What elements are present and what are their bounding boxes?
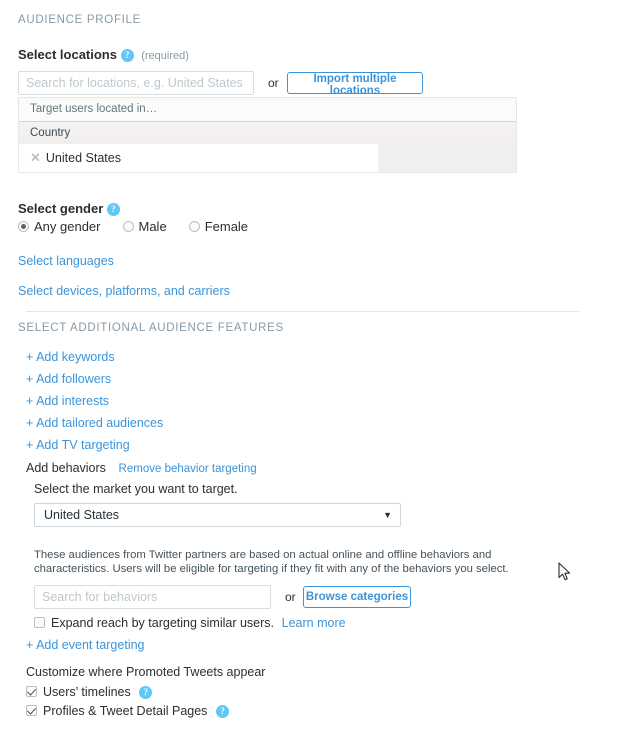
radio-female[interactable] bbox=[188, 221, 200, 232]
radio-label-male[interactable]: Male bbox=[139, 219, 167, 234]
radio-label-any-gender[interactable]: Any gender bbox=[34, 219, 101, 234]
audience-profile-page: AUDIENCE PROFILE Select locations ? (req… bbox=[0, 0, 621, 734]
add-interests-link[interactable]: + Add interests bbox=[26, 394, 109, 408]
add-tailored-audiences-link[interactable]: + Add tailored audiences bbox=[26, 416, 163, 430]
question-help-icon[interactable]: ? bbox=[139, 686, 153, 699]
section-header-additional-features: SELECT ADDITIONAL AUDIENCE FEATURES bbox=[18, 322, 284, 334]
locations-table-body: ✕ United States bbox=[19, 144, 516, 172]
add-keywords-link[interactable]: + Add keywords bbox=[26, 350, 115, 364]
add-behaviors-row: Add behaviors Remove behavior targeting bbox=[26, 460, 257, 475]
locations-table-column-header: Country bbox=[19, 122, 516, 144]
radio-male[interactable] bbox=[122, 221, 134, 232]
add-event-targeting-link[interactable]: + Add event targeting bbox=[26, 638, 145, 652]
remove-behavior-targeting-link[interactable]: Remove behavior targeting bbox=[119, 463, 257, 475]
expand-reach-learn-more-link[interactable]: Learn more bbox=[282, 616, 346, 630]
users-timelines-checkbox[interactable] bbox=[26, 686, 37, 697]
users-timelines-label: Users’ timelines bbox=[43, 685, 131, 699]
table-row: ✕ United States bbox=[19, 144, 378, 172]
add-behaviors-title: Add behaviors bbox=[26, 461, 106, 475]
behaviors-description: These audiences from Twitter partners ar… bbox=[34, 549, 509, 575]
behaviors-search-input[interactable] bbox=[34, 585, 271, 609]
locations-table-caption: Target users located in… bbox=[19, 98, 516, 122]
expand-reach-row: Expand reach by targeting similar users.… bbox=[34, 615, 346, 630]
placement-option-profiles-tweet-detail: Profiles & Tweet Detail Pages ? bbox=[26, 703, 230, 718]
locations-required-note: (required) bbox=[141, 50, 189, 62]
location-search-input[interactable] bbox=[18, 71, 254, 95]
radio-any-gender[interactable] bbox=[18, 221, 29, 232]
question-help-icon[interactable]: ? bbox=[120, 49, 134, 62]
add-followers-link[interactable]: + Add followers bbox=[26, 372, 111, 386]
import-multiple-locations-button[interactable]: Import multiple locations bbox=[287, 72, 423, 97]
chevron-down-icon: ▼ bbox=[383, 510, 392, 520]
select-languages-link[interactable]: Select languages bbox=[18, 254, 114, 268]
question-help-icon[interactable]: ? bbox=[106, 203, 120, 216]
location-row-name: United States bbox=[45, 151, 121, 165]
radio-label-female[interactable]: Female bbox=[205, 219, 248, 234]
placement-option-users-timelines: Users’ timelines ? bbox=[26, 684, 153, 699]
profiles-tweet-detail-checkbox[interactable] bbox=[26, 705, 37, 716]
expand-reach-checkbox[interactable] bbox=[34, 617, 45, 628]
placement-title: Customize where Promoted Tweets appear bbox=[26, 665, 266, 679]
gender-radio-group: Any gender Male Female bbox=[18, 219, 270, 234]
select-gender-label: Select gender bbox=[18, 201, 104, 216]
market-select-value: United States bbox=[44, 508, 120, 522]
locations-table: Target users located in… Country ✕ United… bbox=[18, 97, 517, 173]
mouse-cursor bbox=[558, 562, 571, 581]
select-locations-label: Select locations bbox=[18, 47, 117, 62]
locations-or-text: or bbox=[268, 76, 279, 90]
market-select[interactable]: United States ▼ bbox=[34, 503, 401, 527]
section-divider bbox=[26, 311, 579, 312]
close-x-icon[interactable]: ✕ bbox=[30, 151, 41, 166]
profiles-tweet-detail-label: Profiles & Tweet Detail Pages bbox=[43, 704, 208, 718]
select-gender-label-row: Select gender ? bbox=[18, 201, 120, 216]
market-prompt-label: Select the market you want to target. bbox=[34, 482, 238, 496]
select-devices-link[interactable]: Select devices, platforms, and carriers bbox=[18, 284, 230, 298]
section-header-audience-profile: AUDIENCE PROFILE bbox=[18, 14, 142, 26]
add-tv-targeting-link[interactable]: + Add TV targeting bbox=[26, 438, 130, 452]
question-help-icon[interactable]: ? bbox=[216, 705, 230, 718]
expand-reach-label: Expand reach by targeting similar users. bbox=[51, 616, 275, 630]
browse-categories-button[interactable]: Browse categories bbox=[303, 586, 411, 608]
behaviors-or-text: or bbox=[285, 590, 296, 604]
select-locations-label-row: Select locations ? (required) bbox=[18, 47, 189, 62]
